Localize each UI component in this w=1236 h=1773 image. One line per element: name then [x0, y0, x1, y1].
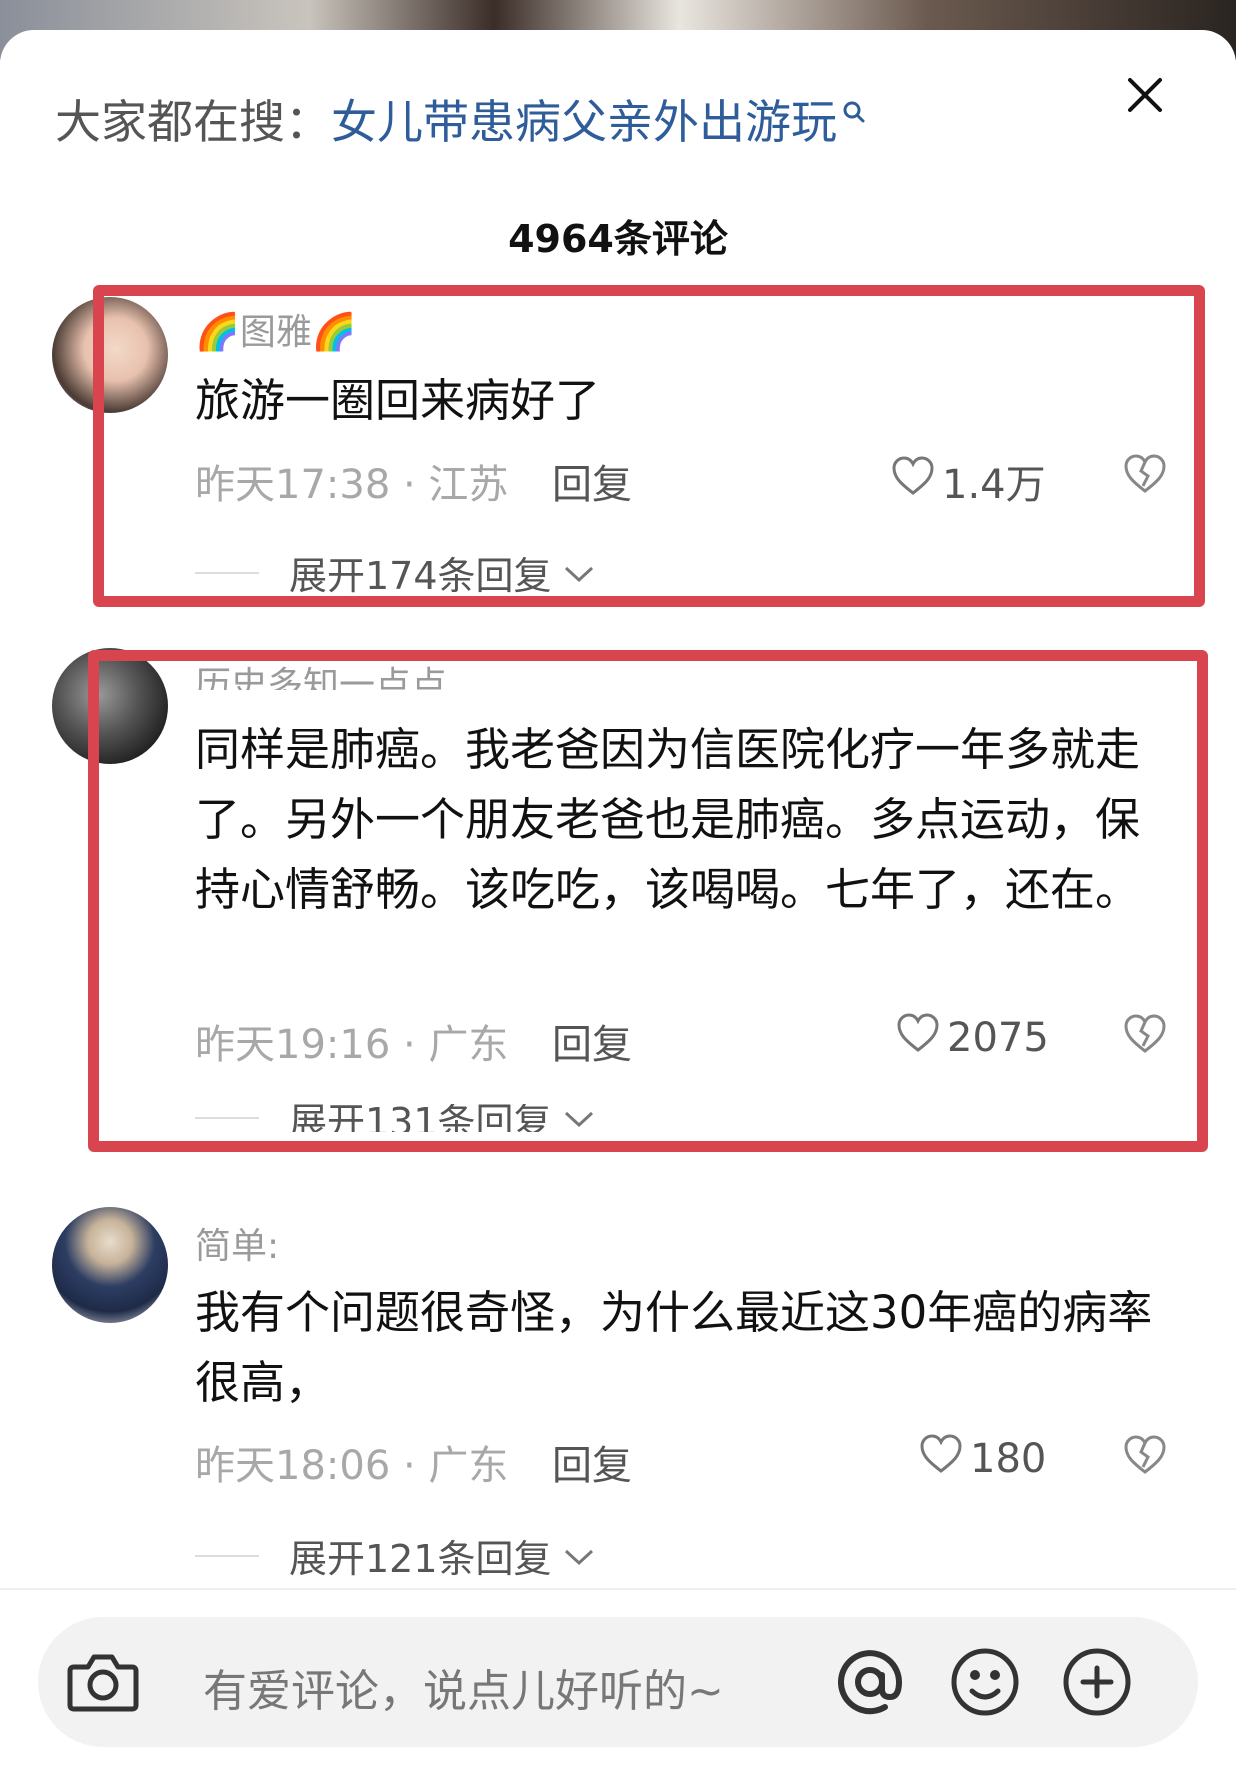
comment-author[interactable]: 简单:	[195, 1217, 279, 1269]
comment-count: 4964条评论	[508, 217, 728, 261]
avatar[interactable]	[52, 1207, 168, 1323]
comment-input[interactable]: 有爱评论，说点儿好听的~	[203, 1655, 724, 1719]
like-count: 180	[970, 1436, 1047, 1482]
input-divider	[0, 1588, 1236, 1590]
search-hint[interactable]: 大家都在搜：女儿带患病父亲外出游玩	[55, 86, 867, 152]
search-hint-term[interactable]: 女儿带患病父亲外出游玩	[331, 95, 837, 149]
close-icon[interactable]	[1120, 70, 1170, 120]
divider-line	[195, 1554, 259, 1557]
highlight-box	[93, 285, 1205, 607]
chevron-down-icon	[562, 1534, 596, 1578]
comment-input-bar[interactable]: 有爱评论，说点儿好听的~	[38, 1617, 1198, 1747]
highlight-box	[88, 650, 1208, 1152]
like-button[interactable]: 180	[918, 1433, 1046, 1485]
search-icon	[841, 86, 867, 123]
camera-icon[interactable]	[66, 1647, 140, 1721]
at-icon[interactable]	[833, 1645, 907, 1723]
expand-label: 展开121条回复	[289, 1537, 552, 1581]
comment-text: 我有个问题很奇怪，为什么最近这30年癌的病率很高，	[195, 1286, 1153, 1409]
search-hint-prefix: 大家都在搜：	[55, 95, 331, 149]
comment-meta: 昨天18:06 · 广东	[195, 1443, 509, 1489]
expand-replies[interactable]: 展开121条回复	[195, 1528, 596, 1583]
emoji-icon[interactable]	[948, 1645, 1022, 1723]
heart-icon	[918, 1433, 964, 1485]
plus-icon[interactable]	[1060, 1645, 1134, 1723]
broken-heart-icon[interactable]	[1122, 1434, 1168, 1476]
reply-button[interactable]: 回复	[552, 1433, 632, 1491]
